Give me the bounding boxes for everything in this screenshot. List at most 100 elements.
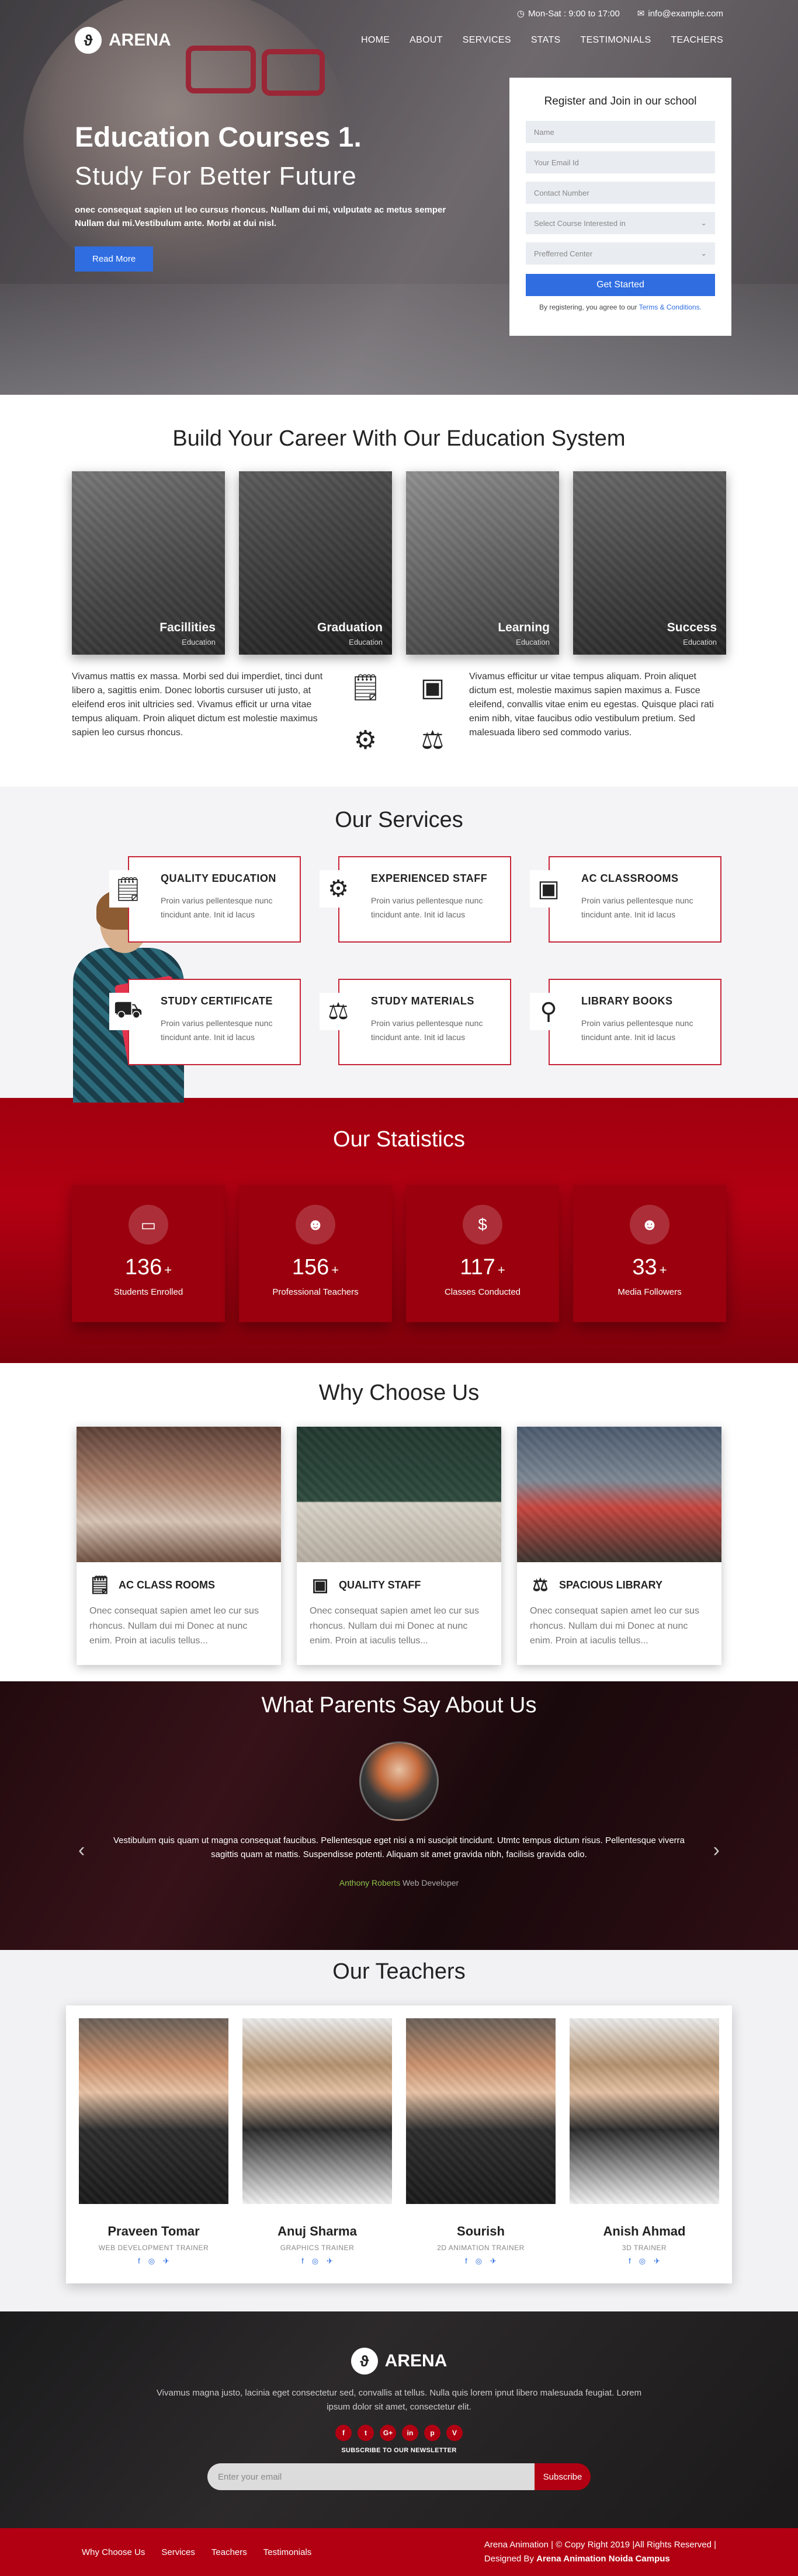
hero-description: onec consequat sapien ut leo cursus rhon… <box>75 205 446 228</box>
service-card[interactable]: ⛟ STUDY CERTIFICATE Proin varius pellentes… <box>109 979 301 1065</box>
services-section: Our Services 🗒 QUALITY EDUCATION Proin var… <box>0 787 798 1103</box>
presentation-icon: ▣ <box>530 870 567 908</box>
card-facilities[interactable]: Facillities Education <box>72 471 225 655</box>
card-success[interactable]: Success Education <box>573 471 726 655</box>
footer-social: f t G+ in p V <box>0 2425 798 2441</box>
career-icons: 🗒 ▣ ⚙ ⚖ <box>341 670 457 757</box>
teacher-card: Praveen Tomar WEB DEVELOPMENT TRAINER f ◎… <box>79 2018 228 2266</box>
linkedin-icon[interactable]: in <box>402 2425 418 2441</box>
footer-logo[interactable]: ϑ ARENA <box>0 2348 798 2375</box>
contact-input[interactable]: Contact Number <box>526 182 715 204</box>
twitter-icon[interactable]: ✈ <box>490 2257 497 2266</box>
why-section: Why Choose Us 🗒 AC CLASS ROOMS Onec conseq… <box>0 1363 798 1681</box>
chevron-left-icon[interactable]: ‹ <box>78 1839 85 1862</box>
nav-testimonials[interactable]: TESTIMONIALS <box>581 35 651 46</box>
instagram-icon[interactable]: ◎ <box>476 2257 482 2266</box>
facebook-icon[interactable]: f <box>335 2425 352 2441</box>
facebook-icon[interactable]: f <box>138 2257 140 2266</box>
avatar <box>359 1741 439 1821</box>
google-plus-icon[interactable]: G+ <box>380 2425 396 2441</box>
career-title: Build Your Career With Our Education Sys… <box>172 426 626 451</box>
teachers-box: Praveen Tomar WEB DEVELOPMENT TRAINER f ◎… <box>66 2005 732 2283</box>
teacher-name: Praveen Tomar <box>107 2224 200 2238</box>
footer-link-why[interactable]: Why Choose Us <box>82 2547 145 2557</box>
facebook-icon[interactable]: f <box>629 2257 631 2266</box>
contact-email[interactable]: info@example.com <box>648 9 723 19</box>
instagram-icon[interactable]: ◎ <box>312 2257 318 2266</box>
footer-link-testimonials[interactable]: Testimonials <box>263 2547 312 2557</box>
nav-teachers[interactable]: TEACHERS <box>671 35 723 46</box>
presentation-icon: ▣ <box>311 1576 329 1595</box>
chevron-down-icon: ⌄ <box>700 249 707 258</box>
stat-number: 117 <box>460 1255 495 1280</box>
nav-stats[interactable]: STATS <box>531 35 561 46</box>
facebook-icon[interactable]: f <box>465 2257 467 2266</box>
magnifier-icon: ⚲ <box>530 993 567 1030</box>
scales-icon: ⚖ <box>532 1576 549 1595</box>
teachers-section: Our Teachers Praveen Tomar WEB DEVELOPME… <box>0 1950 798 2311</box>
twitter-icon[interactable]: ✈ <box>654 2257 660 2266</box>
stat-caption: Professional Teachers <box>272 1287 359 1297</box>
terms-link[interactable]: Terms & Conditions. <box>639 303 702 311</box>
service-card[interactable]: ▣ AC CLASSROOMS Proin varius pellentesque … <box>530 856 721 943</box>
email-input[interactable]: Your Email Id <box>526 151 715 173</box>
career-section: Build Your Career With Our Education Sys… <box>0 395 798 787</box>
teacher-name: Sourish <box>457 2224 505 2238</box>
card-learning[interactable]: Learning Education <box>406 471 559 655</box>
card-icon: ▭ <box>129 1205 168 1244</box>
course-select[interactable]: Select Course Interested in ⌄ <box>526 212 715 234</box>
footer-link-teachers[interactable]: Teachers <box>211 2547 247 2557</box>
twitter-icon[interactable]: ✈ <box>163 2257 169 2266</box>
name-input[interactable]: Name <box>526 121 715 143</box>
instagram-icon[interactable]: ◎ <box>639 2257 646 2266</box>
chevron-right-icon[interactable]: › <box>713 1839 720 1862</box>
testimonial-text: Vestibulum quis quam ut magna consequat … <box>113 1835 685 1859</box>
why-card[interactable]: 🗒 AC CLASS ROOMS Onec consequat sapien ame… <box>77 1427 281 1665</box>
why-card[interactable]: ▣ QUALITY STAFF Onec consequat sapien amet… <box>297 1427 501 1665</box>
teacher-role: 3D TRAINER <box>622 2244 667 2252</box>
blackboard-image <box>297 1427 501 1562</box>
service-card[interactable]: ⚙ EXPERIENCED STAFF Proin varius pellentes… <box>320 856 511 943</box>
logo-icon: ϑ <box>351 2348 378 2375</box>
teacher-name: Anuj Sharma <box>277 2224 357 2238</box>
card-graduation[interactable]: Graduation Education <box>239 471 392 655</box>
service-card[interactable]: ⚖ STUDY MATERIALS Proin varius pellentesqu… <box>320 979 511 1065</box>
footer-link-services[interactable]: Services <box>161 2547 195 2557</box>
pinterest-icon[interactable]: p <box>424 2425 440 2441</box>
service-card[interactable]: ⚲ LIBRARY BOOKS Proin varius pellentesque … <box>530 979 721 1065</box>
facebook-icon[interactable]: f <box>301 2257 304 2266</box>
why-card[interactable]: ⚖ SPACIOUS LIBRARY Onec consequat sapien a… <box>517 1427 721 1665</box>
footer-links: Why Choose Us Services Teachers Testimon… <box>82 2547 311 2557</box>
logo-icon: ϑ <box>75 27 102 54</box>
instagram-icon[interactable]: ◎ <box>148 2257 155 2266</box>
group-icon: ☻ <box>296 1205 335 1244</box>
get-started-button[interactable]: Get Started <box>526 274 715 296</box>
twitter-icon[interactable]: ✈ <box>327 2257 333 2266</box>
presentation-icon: ▣ <box>420 673 445 702</box>
testimonial-role: Web Developer <box>402 1878 459 1887</box>
center-select[interactable]: Prefferred Center ⌄ <box>526 242 715 265</box>
scales-icon: ⚖ <box>320 993 357 1030</box>
subscribe-button[interactable]: Subscribe <box>535 2463 591 2490</box>
testimonial-section: What Parents Say About Us Vestibulum qui… <box>0 1681 798 1950</box>
career-right-text: Vivamus efficitur ur vitae tempus aliqua… <box>469 672 714 738</box>
stat-card: ☻ 156 + Professional Teachers <box>239 1185 392 1322</box>
nav-about[interactable]: ABOUT <box>410 35 443 46</box>
nav-home[interactable]: HOME <box>361 35 390 46</box>
teacher-role: GRAPHICS TRAINER <box>280 2244 355 2252</box>
why-title: Why Choose Us <box>318 1381 480 1405</box>
footer-text: Vivamus magna justo, lacinia eget consec… <box>156 2388 642 2412</box>
service-card[interactable]: 🗒 QUALITY EDUCATION Proin varius pellentes… <box>109 856 301 943</box>
group-icon: ☻ <box>630 1205 669 1244</box>
twitter-icon[interactable]: t <box>358 2425 374 2441</box>
mail-icon: ✉ <box>637 9 645 19</box>
vimeo-icon[interactable]: V <box>446 2425 463 2441</box>
brand-name: ARENA <box>109 30 171 50</box>
brand-logo[interactable]: ϑ ARENA <box>75 27 171 54</box>
read-more-button[interactable]: Read More <box>75 246 154 272</box>
certificate-icon: 🗒 <box>109 870 147 908</box>
newsletter-email-input[interactable]: Enter your email <box>207 2463 535 2490</box>
truck-icon: ⛟ <box>109 993 147 1030</box>
testimonial-name: Anthony Roberts <box>339 1878 401 1887</box>
nav-services[interactable]: SERVICES <box>463 35 511 46</box>
